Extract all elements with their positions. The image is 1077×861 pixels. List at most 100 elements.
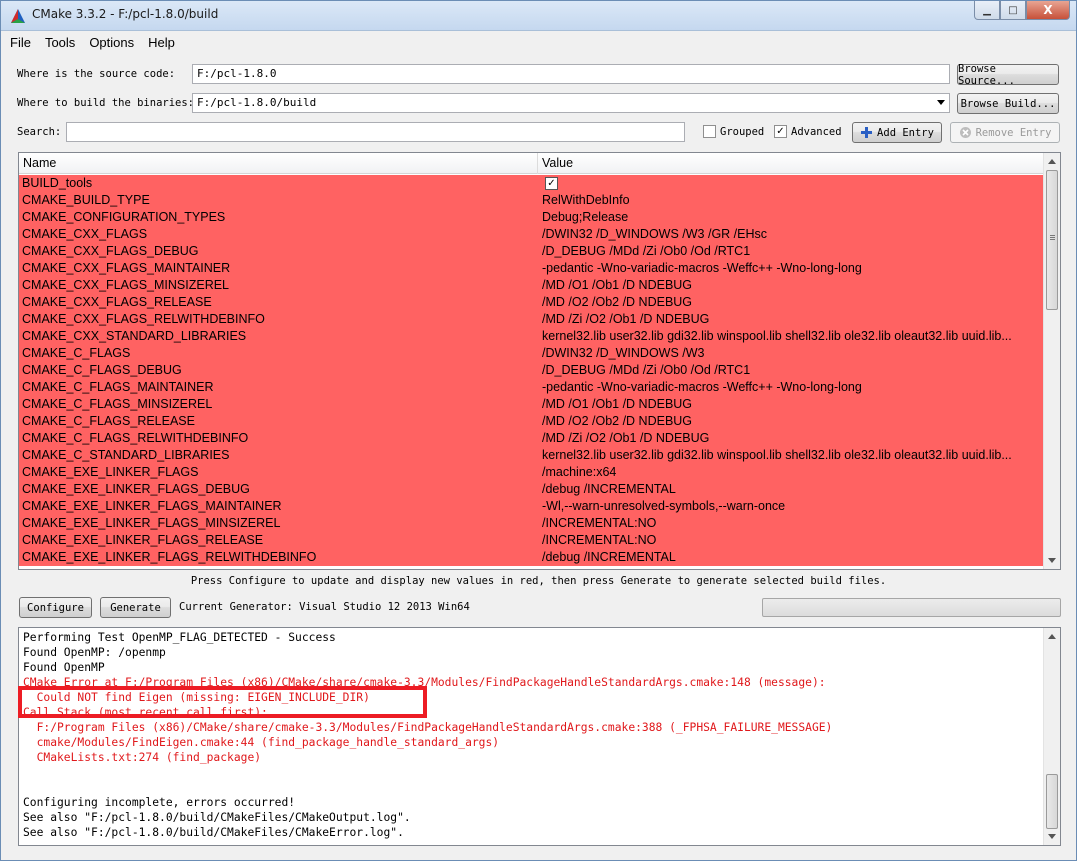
entry-name: CMAKE_C_FLAGS (22, 346, 131, 360)
source-label: Where is the source code: (17, 68, 176, 80)
table-row[interactable]: CMAKE_BUILD_TYPE RelWithDebInfo (19, 192, 1044, 209)
log-line: Configuring incomplete, errors occurred! (23, 796, 296, 809)
table-row[interactable]: CMAKE_EXE_LINKER_FLAGS_DEBUG/debug /INCR… (19, 481, 1044, 498)
browse-build-button[interactable]: Browse Build... (957, 93, 1059, 114)
table-row[interactable]: CMAKE_C_FLAGS /DWIN32 /D_WINDOWS /W3 (19, 345, 1044, 362)
cmake-window: CMake 3.3.2 - F:/pcl-1.8.0/build ▁ □ X F… (0, 0, 1077, 861)
remove-entry-label: Remove Entry (975, 126, 1052, 139)
entry-value[interactable]: /INCREMENTAL:NO (542, 533, 1042, 547)
table-row[interactable]: CMAKE_CXX_FLAGS_RELEASE/MD /O2 /Ob2 /D N… (19, 294, 1044, 311)
entry-value[interactable]: /MD /O2 /Ob2 /D NDEBUG (542, 295, 1042, 309)
error-log-line: CMakeLists.txt:274 (find_package) (23, 751, 262, 764)
entry-name: CMAKE_EXE_LINKER_FLAGS_MINSIZEREL (22, 516, 281, 530)
entry-name: CMAKE_EXE_LINKER_FLAGS_MAINTAINER (22, 499, 282, 513)
build-path-combobox[interactable]: F:/pcl-1.8.0/build (192, 93, 950, 113)
maximize-icon: □ (1008, 4, 1018, 16)
entry-value[interactable]: kernel32.lib user32.lib gdi32.lib winspo… (542, 329, 1042, 343)
entry-value[interactable]: /D_DEBUG /MDd /Zi /Ob0 /Od /RTC1 (542, 363, 1042, 377)
table-row[interactable]: CMAKE_C_FLAGS_MINSIZEREL/MD /O1 /Ob1 /D … (19, 396, 1044, 413)
entry-value[interactable]: /D_DEBUG /MDd /Zi /Ob0 /Od /RTC1 (542, 244, 1042, 258)
entry-name: CMAKE_CXX_FLAGS_MINSIZEREL (22, 278, 230, 292)
entry-value[interactable]: -pedantic -Wno-variadic-macros -Weffc++ … (542, 380, 1042, 394)
minimize-button[interactable]: ▁ (974, 1, 1000, 20)
table-row[interactable]: CMAKE_CXX_FLAGS_RELWITHDEBINFO/MD /Zi /O… (19, 311, 1044, 328)
entry-name: CMAKE_CXX_STANDARD_LIBRARIES (22, 329, 247, 343)
entry-value[interactable]: /MD /Zi /O2 /Ob1 /D NDEBUG (542, 431, 1042, 445)
scroll-thumb[interactable] (1046, 170, 1058, 310)
entry-value[interactable]: /MD /O2 /Ob2 /D NDEBUG (542, 414, 1042, 428)
table-row[interactable]: CMAKE_CONFIGURATION_TYPES Debug;Release (19, 209, 1044, 226)
column-name-header[interactable]: Name (23, 156, 56, 170)
table-row[interactable]: CMAKE_C_STANDARD_LIBRARIES kernel32.lib u… (19, 447, 1044, 464)
entry-name: CMAKE_EXE_LINKER_FLAGS (22, 465, 199, 479)
search-input[interactable] (66, 122, 685, 142)
grouped-checkbox[interactable] (703, 125, 716, 138)
table-row[interactable]: CMAKE_C_FLAGS_DEBUG/D_DEBUG /MDd /Zi /Ob… (19, 362, 1044, 379)
table-row[interactable]: CMAKE_C_FLAGS_RELEASE/MD /O2 /Ob2 /D NDE… (19, 413, 1044, 430)
table-row[interactable]: CMAKE_EXE_LINKER_FLAGS_RELEASE/INCREMENT… (19, 532, 1044, 549)
table-row[interactable]: CMAKE_CXX_FLAGS /DWIN32 /D_WINDOWS /W3 /… (19, 226, 1044, 243)
entry-value[interactable]: /machine:x64 (542, 465, 1042, 479)
table-row[interactable]: CMAKE_CXX_FLAGS_MAINTAINER -pedantic -Wno… (19, 260, 1044, 277)
table-row[interactable]: CMAKE_EXE_LINKER_FLAGS_MAINTAINER -Wl,--w… (19, 498, 1044, 515)
table-row[interactable]: CMAKE_EXE_LINKER_FLAGS /machine:x64 (19, 464, 1044, 481)
table-row[interactable]: CMAKE_CXX_FLAGS_DEBUG/D_DEBUG /MDd /Zi /… (19, 243, 1044, 260)
table-row[interactable]: CMAKE_CXX_STANDARD_LIBRARIES kernel32.lib… (19, 328, 1044, 345)
generate-button[interactable]: Generate (100, 597, 171, 618)
entry-name: BUILD_tools (22, 176, 93, 190)
entry-name: CMAKE_CXX_FLAGS_RELWITHDEBINFO (22, 312, 265, 326)
window-title: CMake 3.3.2 - F:/pcl-1.8.0/build (32, 7, 219, 21)
close-button[interactable]: X (1026, 1, 1070, 20)
entry-value[interactable]: RelWithDebInfo (542, 193, 1042, 207)
error-log-line: cmake/Modules/FindEigen.cmake:44 (find_p… (23, 736, 500, 749)
menu-options[interactable]: Options (89, 35, 134, 50)
chevron-down-icon[interactable] (937, 100, 945, 105)
search-label: Search: (17, 126, 62, 138)
scroll-thumb[interactable] (1046, 774, 1058, 829)
table-body: BUILD_tools ✓ CMAKE_BUILD_TYPE RelWithDebIn… (19, 175, 1044, 566)
close-icon: X (1043, 3, 1053, 17)
entry-name: CMAKE_EXE_LINKER_FLAGS_RELWITHDEBINFO (22, 550, 317, 564)
menu-tools[interactable]: Tools (45, 35, 75, 50)
entry-name: CMAKE_C_FLAGS_MAINTAINER (22, 380, 214, 394)
menu-file[interactable]: File (10, 35, 31, 50)
add-entry-button[interactable]: Add Entry (852, 122, 942, 143)
output-scrollbar[interactable] (1043, 628, 1060, 845)
entry-value[interactable]: Debug;Release (542, 210, 1042, 224)
table-row[interactable]: BUILD_tools ✓ (19, 175, 1044, 192)
table-scrollbar[interactable] (1043, 153, 1060, 569)
table-row[interactable]: CMAKE_EXE_LINKER_FLAGS_RELWITHDEBINFO/de… (19, 549, 1044, 566)
table-row[interactable]: CMAKE_EXE_LINKER_FLAGS_MINSIZEREL/INCREM… (19, 515, 1044, 532)
scroll-up-icon[interactable] (1048, 634, 1056, 639)
menu-help[interactable]: Help (148, 35, 175, 50)
table-row[interactable]: CMAKE_CXX_FLAGS_MINSIZEREL/MD /O1 /Ob1 /… (19, 277, 1044, 294)
entry-value[interactable]: /INCREMENTAL:NO (542, 516, 1042, 530)
entry-value[interactable]: /debug /INCREMENTAL (542, 550, 1042, 564)
scroll-down-icon[interactable] (1048, 834, 1056, 839)
entry-value[interactable]: /debug /INCREMENTAL (542, 482, 1042, 496)
source-path-field[interactable]: F:/pcl-1.8.0 (192, 64, 950, 84)
remove-entry-button[interactable]: Remove Entry (950, 122, 1060, 143)
table-row[interactable]: CMAKE_C_FLAGS_RELWITHDEBINFO/MD /Zi /O2 … (19, 430, 1044, 447)
column-divider[interactable] (537, 153, 538, 174)
entry-value[interactable]: -Wl,--warn-unresolved-symbols,--warn-onc… (542, 499, 1042, 513)
cmake-logo-icon (11, 9, 25, 23)
scroll-up-icon[interactable] (1048, 159, 1056, 164)
entry-value[interactable]: kernel32.lib user32.lib gdi32.lib winspo… (542, 448, 1042, 462)
entry-value-checkbox[interactable]: ✓ (545, 177, 558, 190)
configure-button[interactable]: Configure (19, 597, 92, 618)
column-value-header[interactable]: Value (542, 156, 573, 170)
table-row[interactable]: CMAKE_C_FLAGS_MAINTAINER -pedantic -Wno-v… (19, 379, 1044, 396)
browse-source-button[interactable]: Browse Source... (957, 63, 1059, 87)
entry-value[interactable]: /MD /O1 /Ob1 /D NDEBUG (542, 278, 1042, 292)
entry-value[interactable]: -pedantic -Wno-variadic-macros -Weffc++ … (542, 261, 1042, 275)
entry-value[interactable]: /DWIN32 /D_WINDOWS /W3 (542, 346, 1042, 360)
advanced-checkbox[interactable]: ✓ (774, 125, 787, 138)
error-log-line: F:/Program Files (x86)/CMake/share/cmake… (23, 721, 833, 734)
entry-value[interactable]: /MD /O1 /Ob1 /D NDEBUG (542, 397, 1042, 411)
output-log[interactable]: Performing Test OpenMP_FLAG_DETECTED - S… (18, 627, 1061, 846)
entry-value[interactable]: /MD /Zi /O2 /Ob1 /D NDEBUG (542, 312, 1042, 326)
scroll-down-icon[interactable] (1048, 558, 1056, 563)
entry-value[interactable]: /DWIN32 /D_WINDOWS /W3 /GR /EHsc (542, 227, 1042, 241)
maximize-button[interactable]: □ (1000, 1, 1026, 20)
